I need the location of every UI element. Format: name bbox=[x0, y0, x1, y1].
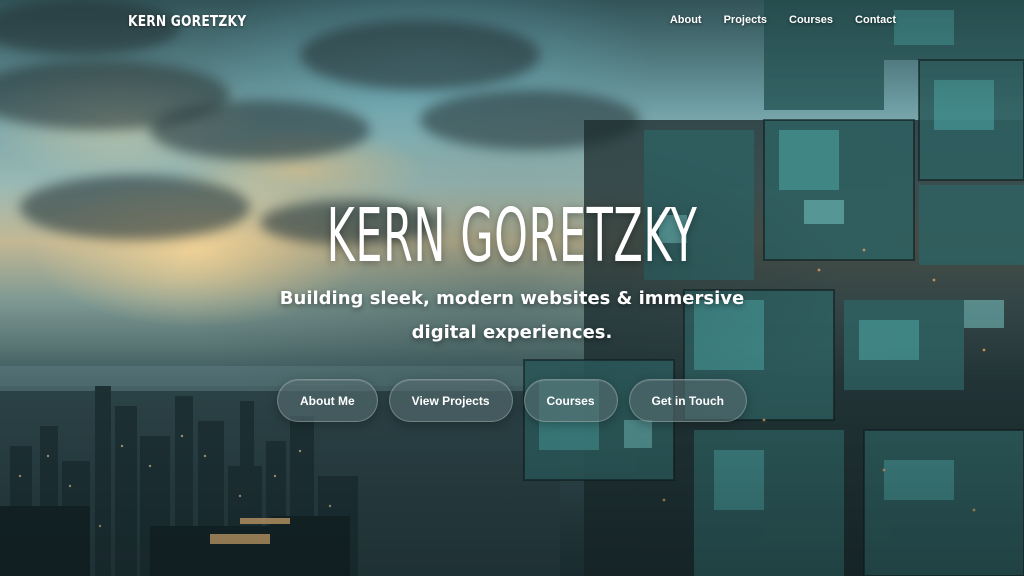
top-navigation: KERN GORETZKY About Projects Courses Con… bbox=[0, 0, 1024, 42]
page: KERN GORETZKY About Projects Courses Con… bbox=[0, 0, 1024, 576]
about-me-button[interactable]: About Me bbox=[277, 379, 378, 422]
nav-link-courses[interactable]: Courses bbox=[789, 14, 833, 26]
hero-subtitle: Building sleek, modern websites & immers… bbox=[279, 288, 745, 343]
nav-link-contact[interactable]: Contact bbox=[855, 14, 896, 26]
nav-link-projects[interactable]: Projects bbox=[724, 14, 767, 26]
view-projects-button[interactable]: View Projects bbox=[388, 379, 513, 422]
get-in-touch-button[interactable]: Get in Touch bbox=[628, 379, 747, 422]
courses-button[interactable]: Courses bbox=[523, 379, 618, 422]
main-nav: About Projects Courses Contact bbox=[670, 14, 896, 26]
hero-button-row: About Me View Projects Courses Get in To… bbox=[0, 379, 1024, 422]
nav-link-about[interactable]: About bbox=[670, 14, 702, 26]
site-brand-logo[interactable]: KERN GORETZKY bbox=[128, 12, 246, 30]
hero-title: KERN GORETZKY bbox=[326, 193, 698, 279]
